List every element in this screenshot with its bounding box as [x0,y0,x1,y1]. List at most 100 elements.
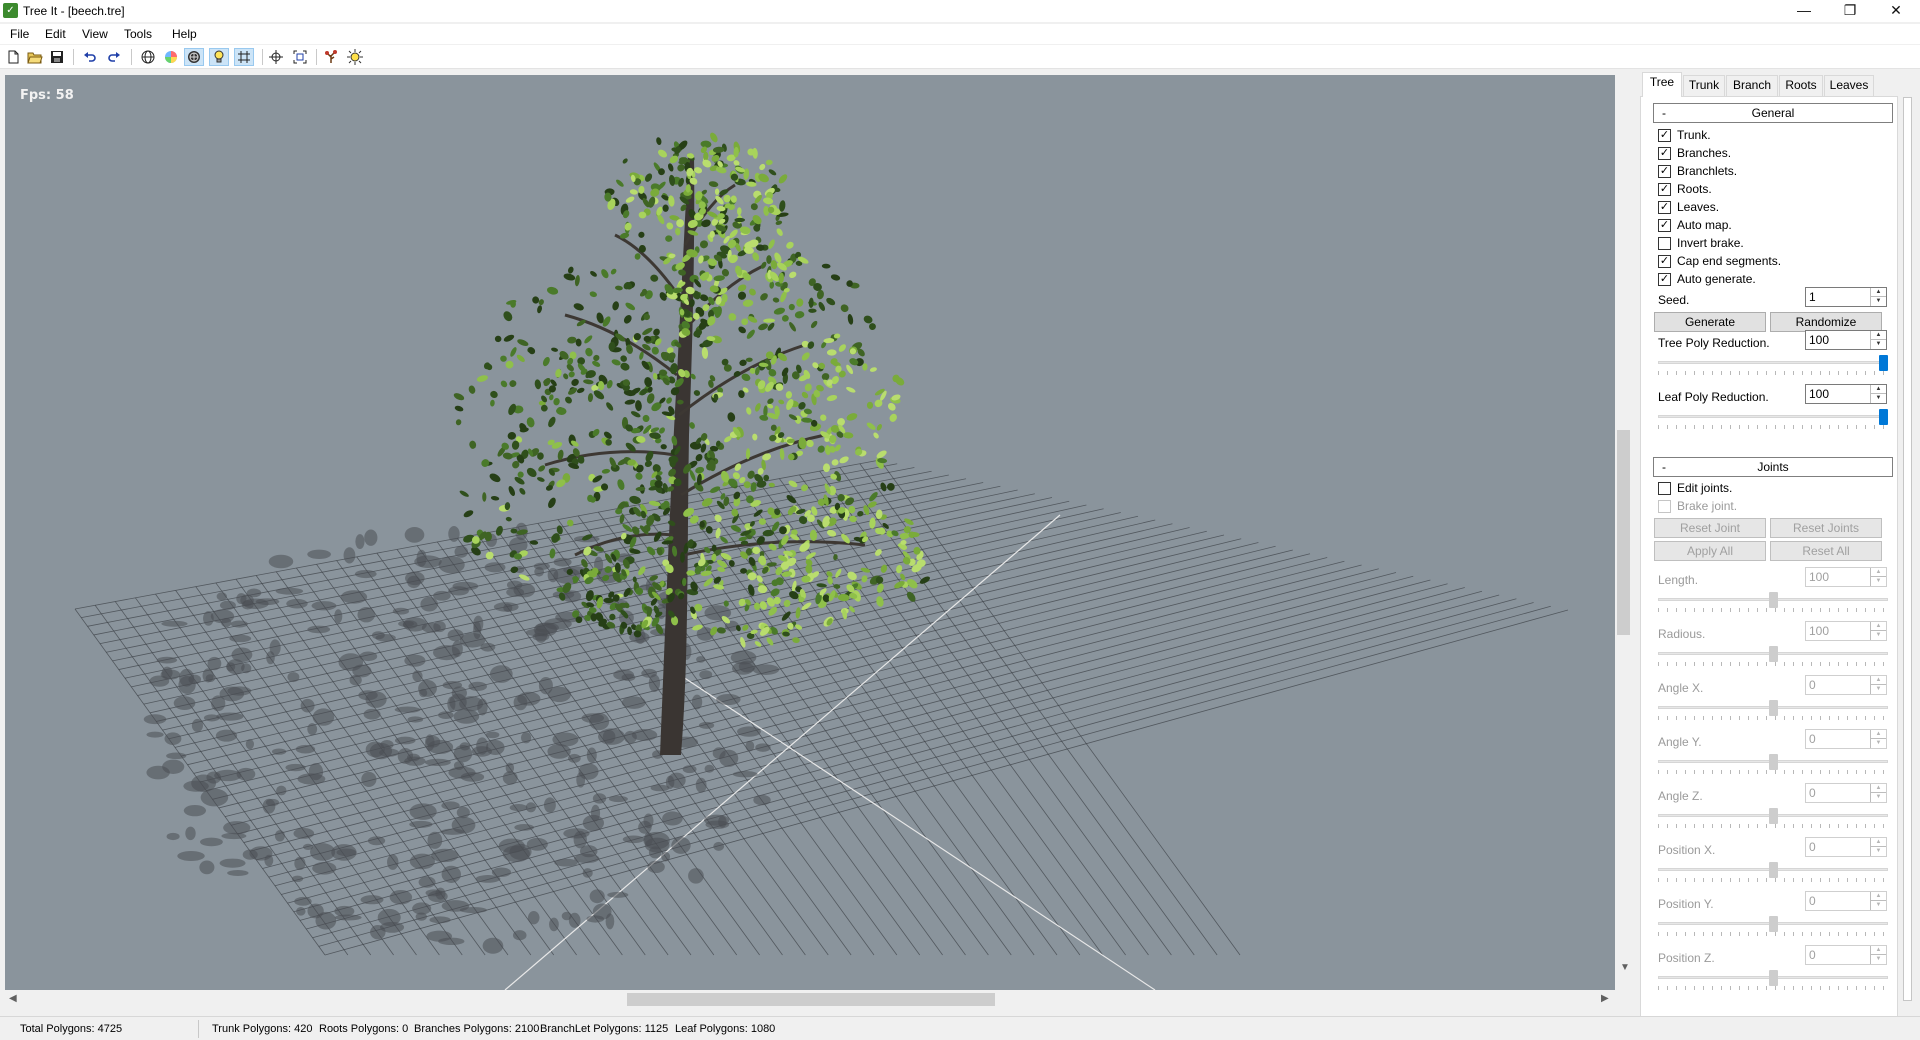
spin-down-arrow-icon[interactable]: ▼ [1870,847,1886,856]
spin-down-arrow-icon[interactable]: ▼ [1870,739,1886,748]
menu-edit[interactable]: Edit [45,27,66,41]
save-button[interactable] [47,48,67,66]
joint-field-slider[interactable] [1658,970,1888,992]
joint-field-slider[interactable] [1658,916,1888,938]
general-checkbox-0[interactable]: ✓ Trunk. [1658,127,1711,143]
menu-help[interactable]: Help [172,27,197,41]
move-tool-button[interactable] [266,48,286,66]
menu-file[interactable]: File [10,27,29,41]
reset-joints-button[interactable]: Reset Joints [1770,518,1882,538]
checkbox-box[interactable]: ✓ [1658,272,1671,286]
tree-poly-up-arrow-icon[interactable]: ▲ [1870,331,1886,340]
checkbox-box[interactable]: ✓ [1658,128,1671,142]
general-checkbox-1[interactable]: ✓ Branches. [1658,145,1731,161]
joint-field-slider[interactable] [1658,646,1888,668]
menu-tools[interactable]: Tools [124,27,152,41]
scroll-down-arrow-icon[interactable]: ▼ [1620,962,1630,973]
spin-down-arrow-icon[interactable]: ▼ [1870,901,1886,910]
scroll-left-arrow-icon[interactable]: ◀ [9,993,17,1004]
spin-up-arrow-icon[interactable]: ▲ [1870,730,1886,739]
viewport-vertical-scrollbar[interactable]: ▼ [1615,75,1633,990]
leaf-poly-reduction-slider[interactable] [1658,409,1888,431]
joint-field-spinbox[interactable]: 0 ▲ ▼ [1805,945,1887,965]
joint-field-spinbox[interactable]: 0 ▲ ▼ [1805,675,1887,695]
joint-field-spinbox[interactable]: 100 ▲ ▼ [1805,621,1887,641]
joint-field-spinbox[interactable]: 0 ▲ ▼ [1805,891,1887,911]
joint-slider-handle[interactable] [1769,970,1778,986]
joint-slider-handle[interactable] [1769,808,1778,824]
spin-down-arrow-icon[interactable]: ▼ [1870,793,1886,802]
wireframe-view-button[interactable] [138,48,158,66]
joint-slider-handle[interactable] [1769,592,1778,608]
brake-joint-checkbox[interactable]: Brake joint. [1658,498,1737,514]
checkbox-box[interactable]: ✓ [1658,146,1671,160]
new-file-button[interactable] [3,48,23,66]
color-view-button[interactable] [161,48,181,66]
general-checkbox-5[interactable]: ✓ Auto map. [1658,217,1732,233]
joint-field-slider[interactable] [1658,862,1888,884]
redo-button[interactable] [104,48,124,66]
edit-joints-checkbox[interactable]: Edit joints. [1658,480,1732,496]
seed-up-arrow-icon[interactable]: ▲ [1870,288,1886,297]
grid-toggle-button[interactable] [234,48,254,66]
spin-down-arrow-icon[interactable]: ▼ [1870,685,1886,694]
panel-scroll-thumb[interactable] [1903,97,1912,1001]
spin-up-arrow-icon[interactable]: ▲ [1870,838,1886,847]
leaf-poly-up-arrow-icon[interactable]: ▲ [1870,385,1886,394]
menu-view[interactable]: View [82,27,108,41]
tab-branch[interactable]: Branch [1726,75,1778,96]
joints-section-header[interactable]: - Joints [1653,457,1893,477]
generate-button[interactable]: Generate [1654,312,1766,332]
tab-roots[interactable]: Roots [1779,75,1823,96]
horizontal-scroll-thumb[interactable] [627,993,995,1006]
joint-slider-handle[interactable] [1769,646,1778,662]
undo-button[interactable] [80,48,100,66]
vertical-scroll-thumb[interactable] [1617,430,1630,635]
general-checkbox-2[interactable]: ✓ Branchlets. [1658,163,1737,179]
spin-up-arrow-icon[interactable]: ▲ [1870,946,1886,955]
spin-down-arrow-icon[interactable]: ▼ [1870,955,1886,964]
minimize-button[interactable]: — [1781,0,1827,22]
joint-field-spinbox[interactable]: 0 ▲ ▼ [1805,783,1887,803]
general-checkbox-4[interactable]: ✓ Leaves. [1658,199,1719,215]
tree-poly-reduction-spinbox[interactable]: 100 ▲ ▼ [1805,330,1887,350]
general-checkbox-8[interactable]: ✓ Auto generate. [1658,271,1756,287]
textured-view-button[interactable] [184,48,204,66]
brake-joint-check-box[interactable] [1658,499,1671,513]
joints-collapse-toggle[interactable]: - [1662,458,1666,476]
leaf-poly-down-arrow-icon[interactable]: ▼ [1870,394,1886,403]
seed-spinbox[interactable]: 1 ▲ ▼ [1805,287,1887,307]
general-checkbox-7[interactable]: ✓ Cap end segments. [1658,253,1781,269]
joint-slider-handle[interactable] [1769,862,1778,878]
joint-field-slider[interactable] [1658,808,1888,830]
spin-down-arrow-icon[interactable]: ▼ [1870,577,1886,586]
general-checkbox-6[interactable]: Invert brake. [1658,235,1744,251]
seed-down-arrow-icon[interactable]: ▼ [1870,297,1886,306]
checkbox-box[interactable] [1658,236,1671,250]
zoom-fit-button[interactable] [290,48,310,66]
randomize-button[interactable]: Randomize [1770,312,1882,332]
tab-trunk[interactable]: Trunk [1683,75,1725,96]
panel-scrollbar[interactable] [1901,95,1915,1003]
general-section-header[interactable]: - General [1653,103,1893,123]
tree-export-button[interactable] [321,48,341,66]
general-collapse-toggle[interactable]: - [1662,104,1666,122]
scroll-right-arrow-icon[interactable]: ▶ [1601,993,1609,1004]
joint-slider-handle[interactable] [1769,916,1778,932]
sun-settings-button[interactable] [345,48,365,66]
restore-button[interactable]: ❐ [1827,0,1873,22]
joint-field-slider[interactable] [1658,592,1888,614]
spin-up-arrow-icon[interactable]: ▲ [1870,784,1886,793]
lighting-toggle-button[interactable] [209,48,229,66]
joint-slider-handle[interactable] [1769,754,1778,770]
apply-all-button[interactable]: Apply All [1654,541,1766,561]
open-button[interactable] [25,48,45,66]
joint-field-slider[interactable] [1658,700,1888,722]
tab-leaves[interactable]: Leaves [1824,75,1874,96]
tab-tree[interactable]: Tree [1642,72,1682,97]
viewport-3d[interactable]: Fps: 58 [5,75,1615,990]
leaf-poly-slider-handle[interactable] [1879,409,1888,425]
joint-field-spinbox[interactable]: 0 ▲ ▼ [1805,837,1887,857]
reset-joint-button[interactable]: Reset Joint [1654,518,1766,538]
spin-up-arrow-icon[interactable]: ▲ [1870,622,1886,631]
